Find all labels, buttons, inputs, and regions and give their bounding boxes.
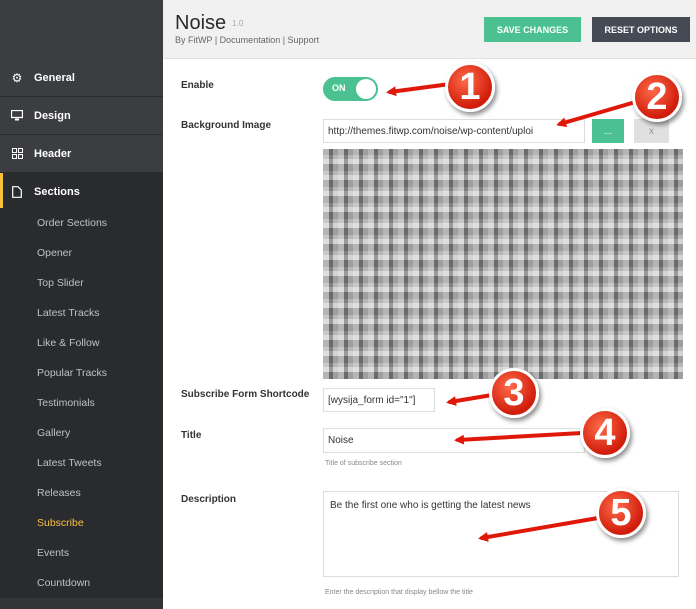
annotation-badge-2: 2 [632, 72, 682, 122]
sidebar-item-label: General [34, 71, 75, 84]
background-image-preview [323, 149, 683, 379]
upload-button[interactable]: ... [592, 119, 624, 143]
submenu-events[interactable]: Events [0, 538, 163, 568]
shortcode-label: Subscribe Form Shortcode [181, 389, 310, 400]
submenu-opener[interactable]: Opener [0, 238, 163, 268]
page-header: Noise 1.0 By FitWP | Documentation | Supp… [163, 0, 696, 59]
annotation-badge-3: 3 [489, 368, 539, 418]
sidebar-item-label: Design [34, 109, 71, 122]
toggle-knob [356, 79, 376, 99]
background-image-url-input[interactable]: http://themes.fitwp.com/noise/wp-content… [323, 119, 585, 143]
reset-options-button[interactable]: RESET OPTIONS [592, 17, 690, 42]
sidebar-item-label: Sections [34, 186, 80, 198]
sidebar-item-label: Header [34, 147, 72, 160]
grid-icon [10, 147, 24, 161]
sidebar-top [0, 0, 163, 59]
submenu-popular-tracks[interactable]: Popular Tracks [0, 358, 163, 388]
file-icon [10, 185, 24, 199]
monitor-icon [10, 109, 24, 123]
annotation-badge-4: 4 [580, 408, 630, 458]
remove-image-button[interactable]: x [634, 119, 669, 143]
background-image-label: Background Image [181, 120, 272, 131]
title-input[interactable]: Noise [323, 428, 585, 453]
submenu-subscribe[interactable]: Subscribe [0, 508, 163, 538]
submenu-top-slider[interactable]: Top Slider [0, 268, 163, 298]
save-changes-button[interactable]: SAVE CHANGES [484, 17, 581, 42]
page-title: Noise 1.0 [175, 12, 243, 35]
shortcode-input[interactable]: [wysija_form id="1"] [323, 388, 435, 412]
byline: By FitWP | Documentation | Support [175, 35, 320, 45]
annotation-badge-5: 5 [596, 488, 646, 538]
sidebar-item-general[interactable]: ⚙ General [0, 59, 163, 97]
annotation-badge-1: 1 [445, 62, 495, 112]
submenu-gallery[interactable]: Gallery [0, 418, 163, 448]
submenu-like-follow[interactable]: Like & Follow [0, 328, 163, 358]
theme-name: Noise [175, 12, 227, 34]
sidebar: ⚙ General Design Header Sections Order S… [0, 0, 163, 609]
enable-label: Enable [181, 80, 214, 91]
enable-toggle[interactable]: ON [323, 77, 378, 101]
sidebar-item-design[interactable]: Design [0, 97, 163, 135]
description-label: Description [181, 494, 237, 505]
toggle-text: ON [332, 83, 346, 93]
submenu-order-sections[interactable]: Order Sections [0, 208, 163, 238]
title-label: Title [181, 430, 202, 441]
sidebar-item-header[interactable]: Header [0, 135, 163, 173]
submenu-latest-tweets[interactable]: Latest Tweets [0, 448, 163, 478]
description-help-text: Enter the description that display bello… [325, 589, 473, 596]
submenu-countdown[interactable]: Countdown [0, 568, 163, 598]
title-help-text: Title of subscribe section [325, 460, 402, 467]
submenu-testimonials[interactable]: Testimonials [0, 388, 163, 418]
submenu-releases[interactable]: Releases [0, 478, 163, 508]
gear-icon: ⚙ [11, 70, 23, 85]
version-label: 1.0 [232, 19, 244, 29]
sidebar-submenu: Order Sections Opener Top Slider Latest … [0, 208, 163, 598]
sidebar-item-sections[interactable]: Sections [0, 173, 163, 211]
submenu-latest-tracks[interactable]: Latest Tracks [0, 298, 163, 328]
